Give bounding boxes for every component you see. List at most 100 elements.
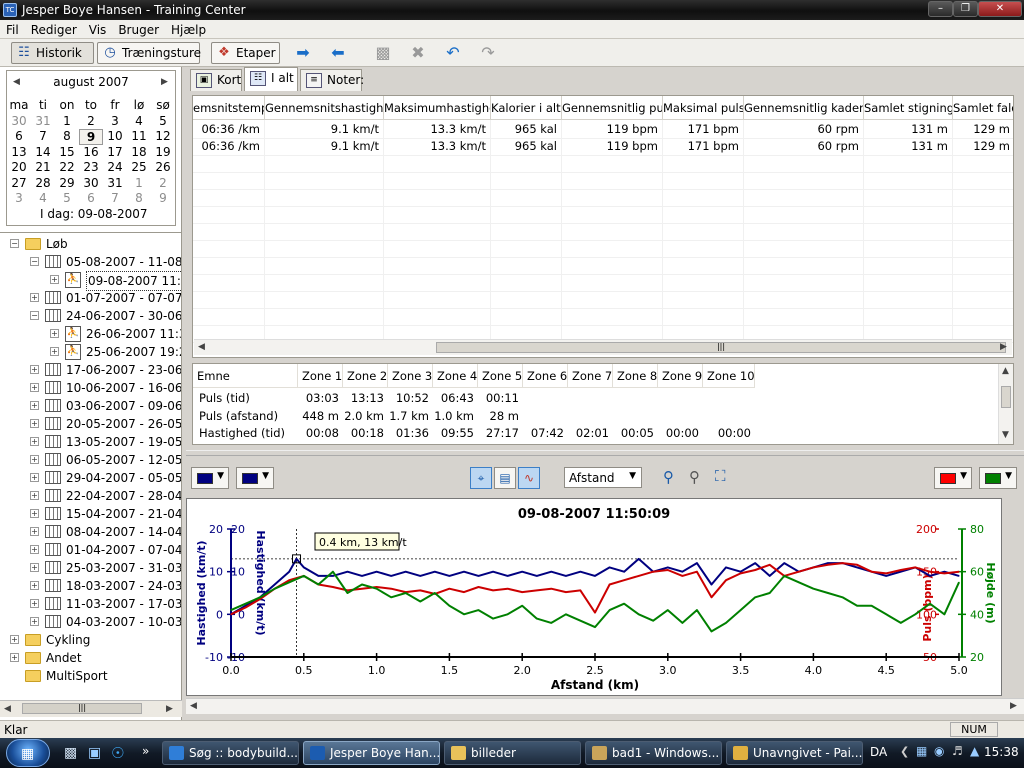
calendar-day[interactable]: 11 <box>127 129 151 145</box>
scroll-thumb[interactable]: ||| <box>436 342 1006 353</box>
zones-column-header[interactable]: Zone 2 <box>343 364 388 388</box>
expand-icon[interactable]: + <box>50 347 59 356</box>
calendar-day[interactable]: 9 <box>79 129 103 145</box>
tab-i-alt[interactable]: ☷ I alt <box>244 67 298 91</box>
zones-column-header[interactable]: Zone 4 <box>433 364 478 388</box>
zones-column-header[interactable]: Zone 6 <box>523 364 568 388</box>
expand-icon[interactable]: + <box>30 509 39 518</box>
right-color-picker-2[interactable]: ▼ <box>979 467 1017 489</box>
zones-vscrollbar[interactable]: ▲ ▼ <box>998 364 1013 444</box>
tree-node[interactable]: − 05-08-2007 - 11-08-2007 <box>0 253 181 271</box>
network-icon[interactable]: ▦ <box>916 744 927 758</box>
calendar-day[interactable]: 28 <box>31 176 55 192</box>
show-desktop-icon[interactable]: ▩ <box>64 745 77 761</box>
tree-node[interactable]: +22-04-2007 - 28-04-2007 <box>0 487 181 505</box>
left-color-picker-1[interactable]: ▼ <box>191 467 229 489</box>
switch-windows-icon[interactable]: ▣ <box>88 745 101 761</box>
calendar-day[interactable]: 17 <box>103 145 127 161</box>
next-month-icon[interactable]: ▶ <box>161 77 168 87</box>
tree-node[interactable]: +17-06-2007 - 23-06-2007 <box>0 361 181 379</box>
menu-rediger[interactable]: Rediger <box>25 20 83 37</box>
right-color-picker-1[interactable]: ▼ <box>934 467 972 489</box>
zones-column-header[interactable]: Zone 7 <box>568 364 613 388</box>
redo-icon[interactable]: ↷ <box>478 43 498 63</box>
zones-column-header[interactable]: Emne <box>193 364 298 388</box>
expand-icon[interactable]: + <box>30 545 39 554</box>
tree-node[interactable]: +01-07-2007 - 07-07-2007 <box>0 289 181 307</box>
calendar-day[interactable]: 8 <box>127 191 151 207</box>
menu-vis[interactable]: Vis <box>83 20 113 37</box>
volume-icon[interactable]: ♬ <box>952 744 963 758</box>
summary-column-header[interactable]: Gennemsnitlig puls <box>562 96 663 120</box>
calendar-day[interactable]: 3 <box>7 191 31 207</box>
zoom-in-icon[interactable]: ⚲ <box>663 468 674 486</box>
expand-icon[interactable]: + <box>30 491 39 500</box>
zones-column-header[interactable]: Zone 3 <box>388 364 433 388</box>
collapse-icon[interactable]: − <box>30 311 39 320</box>
expand-icon[interactable]: + <box>30 383 39 392</box>
undo-icon[interactable]: ↶ <box>443 43 463 63</box>
tree-node[interactable]: +10-06-2007 - 16-06-2007 <box>0 379 181 397</box>
zones-column-header[interactable]: Zone 5 <box>478 364 523 388</box>
summary-column-header[interactable]: Gennemsnitlig kadence <box>744 96 864 120</box>
tree-node[interactable]: +08-04-2007 - 14-04-2007 <box>0 523 181 541</box>
calendar-day[interactable]: 22 <box>55 160 79 176</box>
tab-kort[interactable]: ▣ Kort <box>190 69 242 91</box>
smooth-toggle[interactable]: ∿ <box>518 467 540 489</box>
calendar-day[interactable]: 29 <box>55 176 79 192</box>
calendar-day[interactable]: 1 <box>55 114 79 130</box>
expand-icon[interactable]: + <box>30 581 39 590</box>
expand-icon[interactable]: + <box>30 617 39 626</box>
crosshair-toggle[interactable]: ⌖ <box>470 467 492 489</box>
taskbar-item-paint[interactable]: Unavngivet - Pai... <box>726 741 863 765</box>
device-icon[interactable]: ▩ <box>373 43 393 63</box>
start-button[interactable]: ▦ <box>6 739 50 767</box>
expand-icon[interactable]: + <box>10 635 19 644</box>
zones-column-header[interactable]: Zone 8 <box>613 364 658 388</box>
calendar-day[interactable]: 30 <box>79 176 103 192</box>
expand-icon[interactable]: + <box>10 653 19 662</box>
summary-column-header[interactable]: Samlet stigning <box>864 96 953 120</box>
summary-column-header[interactable]: Maksimal puls: <box>663 96 744 120</box>
calendar-day[interactable]: 10 <box>103 129 127 145</box>
summary-row[interactable]: 06:36 /km 9.1 km/t 13.3 km/t 965 kal 119 bpm… <box>193 121 1013 138</box>
taskbar-item-training-center[interactable]: Jesper Boye Han... <box>303 741 440 765</box>
chart-hscrollbar[interactable]: ◀ ▶ <box>186 698 1024 714</box>
tree-node[interactable]: +03-06-2007 - 09-06-2007 <box>0 397 181 415</box>
expand-icon[interactable]: + <box>30 527 39 536</box>
calendar-day[interactable]: 23 <box>79 160 103 176</box>
delete-icon[interactable]: ✖ <box>408 43 428 63</box>
collapse-icon[interactable]: − <box>30 257 39 266</box>
tree-node[interactable]: MultiSport <box>0 667 181 685</box>
taskbar-item-bad1[interactable]: bad1 - Windows... <box>585 741 722 765</box>
summary-column-header[interactable]: Samlet fald <box>953 96 1013 120</box>
tray-expand-icon[interactable]: ❮ <box>900 745 909 758</box>
calendar-day[interactable]: 6 <box>79 191 103 207</box>
summary-row[interactable]: 06:36 /km 9.1 km/t 13.3 km/t 965 kal 119 bpm… <box>193 138 1013 155</box>
zones-column-header[interactable]: Zone 1 <box>298 364 343 388</box>
tree-node[interactable]: +29-04-2007 - 05-05-2007 <box>0 469 181 487</box>
summary-column-header[interactable]: Gennemsnitshastighed <box>265 96 384 120</box>
expand-icon[interactable]: + <box>30 599 39 608</box>
calendar-day[interactable]: 5 <box>55 191 79 207</box>
historik-button[interactable]: ☷ Historik <box>11 42 94 64</box>
zones-column-header[interactable]: Zone 9 <box>658 364 703 388</box>
calendar-day[interactable]: 4 <box>127 114 151 130</box>
calendar-day[interactable]: 2 <box>151 176 175 192</box>
tree-node[interactable]: + ⛹ 25-06-2007 19:20: <box>0 343 181 361</box>
tree-node[interactable]: +13-05-2007 - 19-05-2007 <box>0 433 181 451</box>
quicklaunch-more-icon[interactable]: » <box>142 744 149 758</box>
calendar-day[interactable]: 24 <box>103 160 127 176</box>
tree-node[interactable]: +15-04-2007 - 21-04-2007 <box>0 505 181 523</box>
expand-icon[interactable]: + <box>50 275 59 284</box>
summary-hscrollbar[interactable]: ◀ ||| ▶ <box>194 339 1012 355</box>
menu-bruger[interactable]: Bruger <box>112 20 165 37</box>
calendar-day[interactable]: 27 <box>7 176 31 192</box>
calendar-day[interactable]: 14 <box>31 145 55 161</box>
calendar-day[interactable]: 16 <box>79 145 103 161</box>
expand-icon[interactable]: + <box>30 437 39 446</box>
tray-app-icon[interactable]: ◉ <box>934 744 944 758</box>
tree-node[interactable]: + Cykling <box>0 631 181 649</box>
menu-hjaelp[interactable]: Hjælp <box>165 20 212 37</box>
zones-row[interactable]: Puls (tid) 03:03 13:13 10:52 06:43 00:11 <box>193 390 993 407</box>
